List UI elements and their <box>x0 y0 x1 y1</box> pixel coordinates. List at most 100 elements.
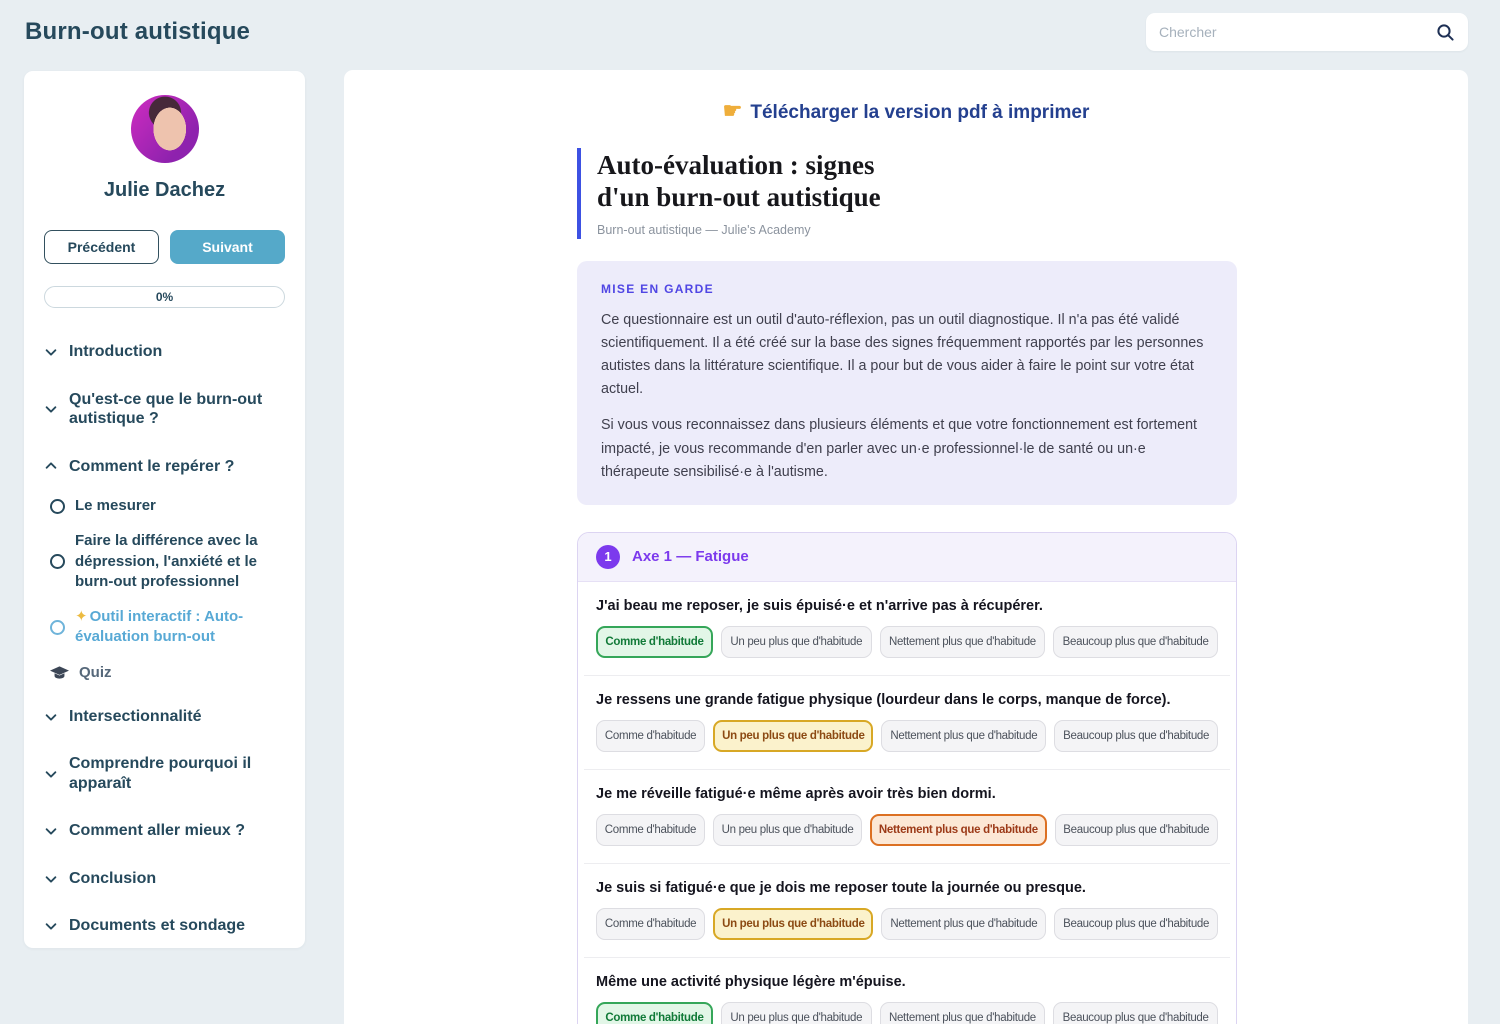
axe1-number-badge: 1 <box>596 545 620 569</box>
options-row: Comme d'habitude Un peu plus que d'habit… <box>596 1002 1218 1024</box>
option-nettement-plus[interactable]: Nettement plus que d'habitude <box>880 1002 1046 1024</box>
sub-label: Quiz <box>79 663 112 683</box>
chevron-down-icon <box>44 402 58 416</box>
option-comme-dhabitude[interactable]: Comme d'habitude <box>596 720 705 752</box>
option-comme-dhabitude[interactable]: Comme d'habitude <box>596 814 705 846</box>
option-beaucoup-plus[interactable]: Beaucoup plus que d'habitude <box>1055 814 1218 846</box>
progress-value: 0% <box>156 290 173 304</box>
option-nettement-plus[interactable]: Nettement plus que d'habitude <box>870 814 1046 846</box>
sub-item-le-mesurer[interactable]: Le mesurer <box>50 496 285 516</box>
option-beaucoup-plus[interactable]: Beaucoup plus que d'habitude <box>1053 1002 1218 1024</box>
option-nettement-plus[interactable]: Nettement plus que d'habitude <box>881 720 1046 752</box>
nav-item-intersectionnalite[interactable]: Intersectionnalité <box>44 707 285 727</box>
chevron-up-icon <box>44 459 58 473</box>
download-pdf-link[interactable]: ☛ Télécharger la version pdf à imprimer <box>344 98 1468 124</box>
search-icon[interactable] <box>1436 23 1455 42</box>
search-box[interactable] <box>1146 13 1468 51</box>
nav-label: Comprendre pourquoi il apparaît <box>69 754 285 793</box>
option-un-peu-plus[interactable]: Un peu plus que d'habitude <box>721 626 872 658</box>
nav-label: Conclusion <box>69 869 156 889</box>
axe1-header: 1 Axe 1 — Fatigue <box>578 533 1236 582</box>
question-row: Même une activité physique légère m'épui… <box>584 958 1230 1024</box>
previous-button[interactable]: Précédent <box>44 230 159 264</box>
question-text: Je ressens une grande fatigue physique (… <box>596 692 1218 708</box>
progress-bar: 0% <box>44 286 285 308</box>
chevron-down-icon <box>44 345 58 359</box>
option-nettement-plus[interactable]: Nettement plus que d'habitude <box>880 626 1046 658</box>
nav-item-comprendre-pourquoi[interactable]: Comprendre pourquoi il apparaît <box>44 754 285 793</box>
question-row: J'ai beau me reposer, je suis épuisé·e e… <box>584 582 1230 676</box>
option-un-peu-plus[interactable]: Un peu plus que d'habitude <box>713 908 873 940</box>
chevron-down-icon <box>44 872 58 886</box>
profile-name: Julie Dachez <box>44 179 285 202</box>
lesson-title-line2: d'un burn-out autistique <box>597 182 1468 214</box>
question-row: Je suis si fatigué·e que je dois me repo… <box>584 864 1230 958</box>
nav-item-comment-aller-mieux[interactable]: Comment aller mieux ? <box>44 821 285 841</box>
chevron-down-icon <box>44 824 58 838</box>
nav-label: Comment aller mieux ? <box>69 821 245 841</box>
question-row: Je ressens une grande fatigue physique (… <box>584 676 1230 770</box>
sub-item-quiz[interactable]: Quiz <box>50 663 285 683</box>
nav-label: Comment le repérer ? <box>69 457 234 477</box>
lesson-title-block: Auto-évaluation : signes d'un burn-out a… <box>577 148 1468 239</box>
search-input[interactable] <box>1159 24 1436 40</box>
nav-label: Documents et sondage <box>69 916 245 936</box>
option-beaucoup-plus[interactable]: Beaucoup plus que d'habitude <box>1054 908 1218 940</box>
circle-icon <box>50 499 65 514</box>
question-text: Je me réveille fatigué·e même après avoi… <box>596 786 1218 802</box>
sub-label: Le mesurer <box>75 496 156 516</box>
pointing-finger-icon: ☛ <box>723 98 743 123</box>
nav-item-conclusion[interactable]: Conclusion <box>44 869 285 889</box>
axe1-title: Axe 1 — Fatigue <box>632 548 749 565</box>
download-pdf-label: Télécharger la version pdf à imprimer <box>750 102 1089 123</box>
lesson-subtitle: Burn-out autistique — Julie's Academy <box>597 223 1468 237</box>
course-nav: Introduction Qu'est-ce que le burn-out a… <box>44 342 285 936</box>
chevron-down-icon <box>44 710 58 724</box>
avatar <box>131 95 199 163</box>
options-row: Comme d'habitude Un peu plus que d'habit… <box>596 720 1218 752</box>
sparkle-icon: ✦ <box>75 608 88 625</box>
top-bar: Burn-out autistique <box>0 0 1500 64</box>
option-comme-dhabitude[interactable]: Comme d'habitude <box>596 908 705 940</box>
nav-label: Introduction <box>69 342 162 362</box>
next-button[interactable]: Suivant <box>170 230 285 264</box>
options-row: Comme d'habitude Un peu plus que d'habit… <box>596 908 1218 940</box>
circle-icon <box>50 554 65 569</box>
sub-item-outil-interactif-active[interactable]: ✦Outil interactif : Auto-évaluation burn… <box>50 607 285 648</box>
warning-box: MISE EN GARDE Ce questionnaire est un ou… <box>577 261 1237 505</box>
question-text: Même une activité physique légère m'épui… <box>596 974 1218 990</box>
option-beaucoup-plus[interactable]: Beaucoup plus que d'habitude <box>1053 626 1218 658</box>
circle-icon <box>50 620 65 635</box>
sidebar: Julie Dachez Précédent Suivant 0% Introd… <box>24 71 305 948</box>
option-un-peu-plus[interactable]: Un peu plus que d'habitude <box>713 720 873 752</box>
nav-label: Qu'est-ce que le burn-out autistique ? <box>69 390 285 429</box>
sub-label: ✦Outil interactif : Auto-évaluation burn… <box>75 607 285 648</box>
axe1-card: 1 Axe 1 — Fatigue J'ai beau me reposer, … <box>577 532 1237 1024</box>
warning-heading: MISE EN GARDE <box>601 282 1213 296</box>
option-un-peu-plus[interactable]: Un peu plus que d'habitude <box>713 814 862 846</box>
nav-item-documents-et-sondage[interactable]: Documents et sondage <box>44 916 285 936</box>
app-title: Burn-out autistique <box>25 18 250 46</box>
lesson-panel: ☛ Télécharger la version pdf à imprimer A… <box>344 70 1468 1024</box>
lesson-title-line1: Auto-évaluation : signes <box>597 150 1468 182</box>
option-comme-dhabitude[interactable]: Comme d'habitude <box>596 1002 713 1024</box>
question-text: Je suis si fatigué·e que je dois me repo… <box>596 880 1218 896</box>
graduation-cap-icon <box>50 666 69 680</box>
nav-item-comment-le-reperer[interactable]: Comment le repérer ? <box>44 457 285 477</box>
nav-item-introduction[interactable]: Introduction <box>44 342 285 362</box>
nav-label: Intersectionnalité <box>69 707 201 727</box>
options-row: Comme d'habitude Un peu plus que d'habit… <box>596 814 1218 846</box>
sub-label: Faire la différence avec la dépression, … <box>75 531 285 592</box>
chevron-down-icon <box>44 919 58 933</box>
option-un-peu-plus[interactable]: Un peu plus que d'habitude <box>721 1002 872 1024</box>
question-row: Je me réveille fatigué·e même après avoi… <box>584 770 1230 864</box>
option-nettement-plus[interactable]: Nettement plus que d'habitude <box>881 908 1046 940</box>
option-comme-dhabitude[interactable]: Comme d'habitude <box>596 626 713 658</box>
question-text: J'ai beau me reposer, je suis épuisé·e e… <box>596 598 1218 614</box>
sub-item-faire-la-difference[interactable]: Faire la différence avec la dépression, … <box>50 531 285 592</box>
warning-paragraph-2: Si vous vous reconnaissez dans plusieurs… <box>601 414 1213 483</box>
nav-item-quest-ce-que[interactable]: Qu'est-ce que le burn-out autistique ? <box>44 390 285 429</box>
options-row: Comme d'habitude Un peu plus que d'habit… <box>596 626 1218 658</box>
warning-paragraph-1: Ce questionnaire est un outil d'auto-réf… <box>601 309 1213 402</box>
option-beaucoup-plus[interactable]: Beaucoup plus que d'habitude <box>1054 720 1218 752</box>
